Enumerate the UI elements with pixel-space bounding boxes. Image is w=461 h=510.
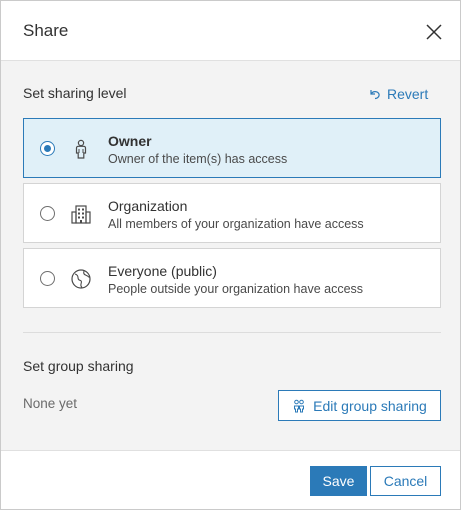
sharing-option-everyone[interactable]: Everyone (public) People outside your or… <box>23 248 441 308</box>
save-button[interactable]: Save <box>310 466 367 496</box>
organization-title: Organization <box>108 198 188 214</box>
owner-description: Owner of the item(s) has access <box>108 152 288 166</box>
person-icon <box>75 139 87 159</box>
group-icon <box>294 399 305 412</box>
cancel-button[interactable]: Cancel <box>370 466 441 496</box>
everyone-description: People outside your organization have ac… <box>108 282 364 296</box>
sharing-option-organization[interactable]: Organization All members of your organiz… <box>23 183 441 243</box>
close-button[interactable] <box>421 19 447 45</box>
close-icon <box>426 24 442 40</box>
building-icon <box>71 205 91 224</box>
revert-label: Revert <box>387 86 429 102</box>
sharing-option-owner[interactable]: Owner Owner of the item(s) has access <box>23 118 441 178</box>
owner-radio[interactable] <box>40 141 55 156</box>
globe-icon <box>71 269 91 289</box>
edit-group-sharing-label: Edit group sharing <box>313 397 427 414</box>
section-divider <box>23 332 441 333</box>
dialog-title: Share <box>23 21 69 40</box>
sharing-level-label: Set sharing level <box>23 85 127 101</box>
dialog-footer: Save Cancel <box>1 450 460 509</box>
group-sharing-label: Set group sharing <box>23 358 134 374</box>
organization-radio[interactable] <box>40 206 55 221</box>
everyone-radio[interactable] <box>40 271 55 286</box>
dialog-body: Set sharing level Revert Owner Owner of … <box>1 61 460 450</box>
owner-title: Owner <box>108 133 152 149</box>
group-sharing-status: None yet <box>23 396 78 411</box>
share-dialog: Share Set sharing level Revert Owner Own… <box>0 0 461 510</box>
dialog-header: Share <box>1 1 460 61</box>
everyone-title: Everyone (public) <box>108 263 217 279</box>
revert-button[interactable]: Revert <box>369 85 428 103</box>
undo-icon <box>370 90 380 100</box>
organization-description: All members of your organization have ac… <box>108 217 364 231</box>
edit-group-sharing-button[interactable]: Edit group sharing <box>278 390 441 421</box>
